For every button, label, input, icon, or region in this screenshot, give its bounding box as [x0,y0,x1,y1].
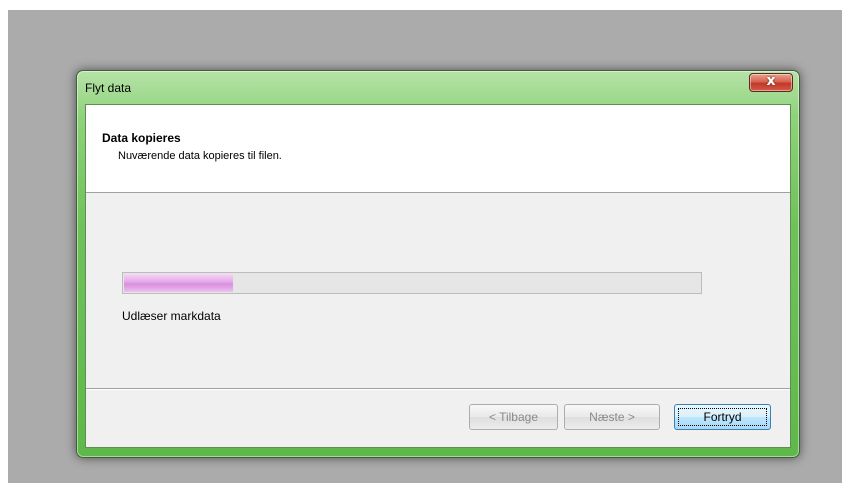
cancel-button[interactable]: Fortryd [674,404,771,430]
step-description: Nuværende data kopieres til filen. [118,150,282,162]
step-title: Data kopieres [102,131,181,145]
title-bar[interactable]: Flyt data x [77,71,799,105]
dialog-content: Data kopieres Nuværende data kopieres ti… [85,104,791,448]
close-button[interactable]: x [749,73,793,92]
progress-bar [122,272,702,294]
next-button[interactable]: Næste > [564,404,660,430]
close-icon: x [766,73,776,89]
cancel-button-label: Fortryd [678,408,767,426]
header-panel: Data kopieres Nuværende data kopieres ti… [86,105,790,193]
status-text: Udlæser markdata [122,309,221,323]
dialog-window: Flyt data x Data kopieres Nuværende data… [76,70,800,458]
back-button[interactable]: < Tilbage [469,404,558,430]
progress-bar-fill [124,274,233,292]
window-title: Flyt data [85,81,132,95]
footer-divider [86,388,790,390]
